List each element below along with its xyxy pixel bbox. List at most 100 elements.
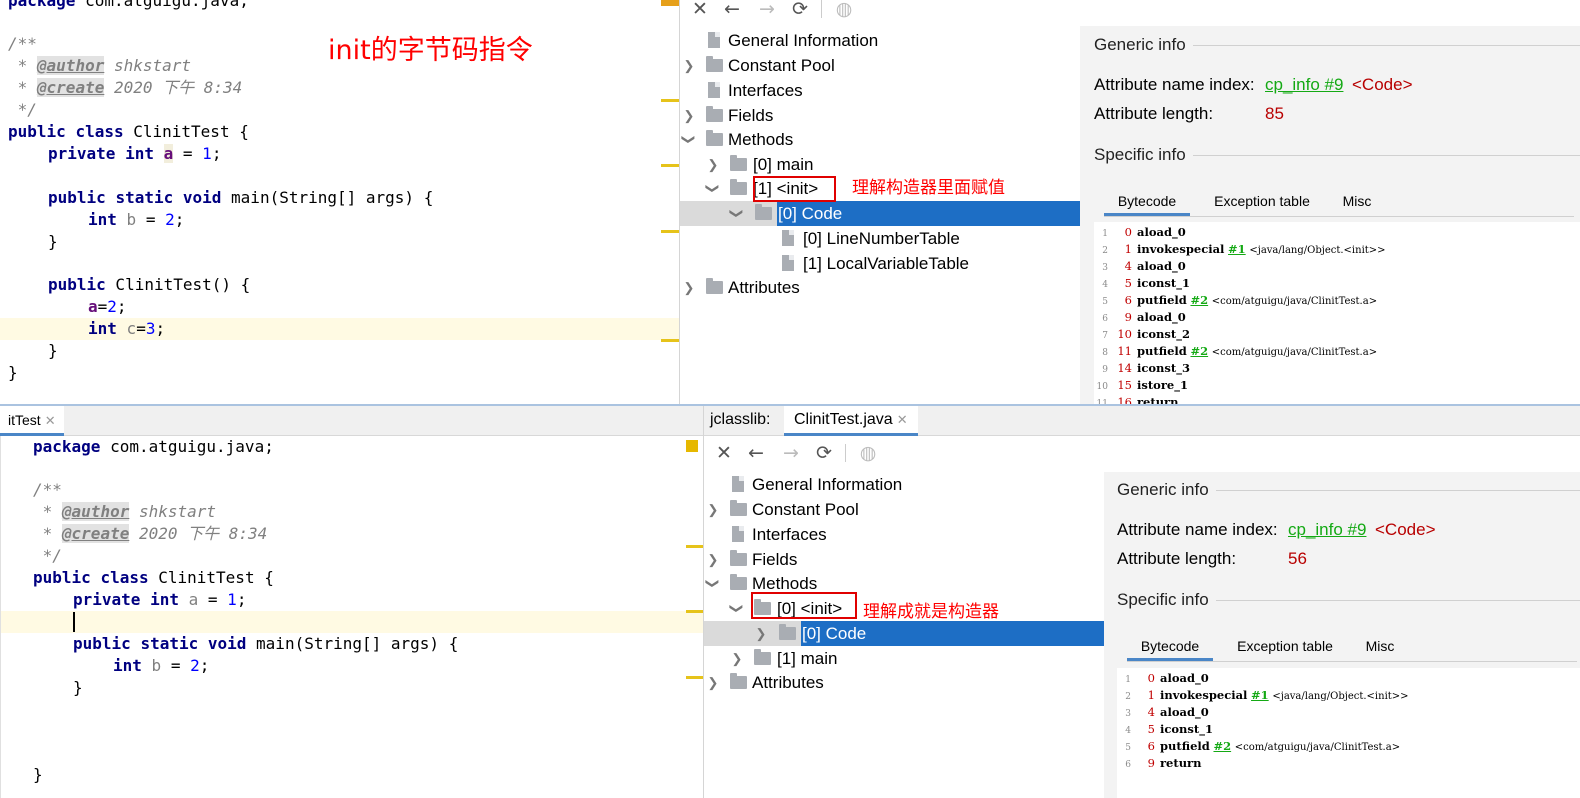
- top-code-editor[interactable]: package com.atguigu.java; /** * @author …: [0, 0, 679, 404]
- bytecode-line: 5 6 putfield #2 <com/atguigu/java/ClinitTe…: [1094, 292, 1377, 309]
- folder-icon: [730, 673, 747, 689]
- chevron-right-icon[interactable]: ❯: [682, 275, 696, 300]
- tabs-divider: [1127, 661, 1577, 662]
- chevron-right-icon[interactable]: ❯: [706, 670, 720, 695]
- cp-info-link[interactable]: cp_info #9: [1288, 520, 1366, 540]
- tree-node-fields[interactable]: ❯ Fields: [704, 547, 1104, 572]
- forward-arrow-icon[interactable]: →: [780, 442, 802, 464]
- tab-exception-table[interactable]: Exception table: [1225, 631, 1345, 661]
- toolbar: ✕ ← → ⟳ ◍: [680, 0, 1580, 24]
- folder-icon: [754, 649, 771, 665]
- bytecode-offset: 1: [1147, 688, 1155, 702]
- tree-node-general-information[interactable]: General Information: [680, 28, 1080, 53]
- cp-info-link[interactable]: cp_info #9: [1265, 75, 1343, 95]
- chevron-down-icon[interactable]: ❯: [680, 133, 702, 147]
- bytecode-view[interactable]: 1 0 aload_0 2 1 invokespecial #1 <java/lang/O…: [1094, 222, 1580, 404]
- bytecode-reference: <com/atguigu/java/ClinitTest.a>: [1234, 742, 1401, 753]
- folder-icon: [730, 500, 747, 516]
- chevron-down-icon[interactable]: ❯: [701, 182, 726, 196]
- chevron-right-icon[interactable]: ❯: [706, 152, 720, 177]
- toolbar: ✕ ← → ⟳ ◍: [704, 440, 1580, 468]
- section-divider: [1216, 600, 1580, 601]
- tree-node-interfaces[interactable]: Interfaces: [704, 522, 1104, 547]
- specific-info-title: Specific info: [1117, 590, 1209, 609]
- close-icon[interactable]: ✕: [897, 412, 908, 427]
- code-line: a=2;: [88, 297, 127, 316]
- folder-icon: [730, 155, 747, 171]
- bytecode-offset: 14: [1117, 361, 1132, 375]
- bytecode-opcode: aload_0: [1137, 225, 1186, 239]
- annotation-box: [753, 176, 836, 202]
- class-file-tab[interactable]: ClinitTest.java ✕: [784, 406, 918, 436]
- constant-pool-link[interactable]: #2: [1190, 293, 1208, 307]
- tab-bytecode[interactable]: Bytecode: [1127, 631, 1213, 661]
- tree-node-attributes[interactable]: ❯ Attributes: [704, 670, 1104, 695]
- info-tabs: Bytecode Exception table Misc: [1104, 186, 1574, 217]
- bytecode-opcode: return: [1137, 395, 1179, 404]
- back-arrow-icon[interactable]: ←: [721, 0, 743, 20]
- forward-arrow-icon[interactable]: →: [756, 0, 778, 20]
- chevron-right-icon[interactable]: ❯: [730, 646, 744, 671]
- tree-node-local-variable-table[interactable]: [1] LocalVariableTable: [680, 251, 1080, 276]
- tree-node-code[interactable]: ❯ [0] Code: [704, 621, 1104, 646]
- back-arrow-icon[interactable]: ←: [745, 442, 767, 464]
- code-line: int b = 2;: [88, 210, 185, 229]
- close-icon[interactable]: ✕: [689, 0, 711, 20]
- tree-node-methods[interactable]: ❯ Methods: [680, 127, 1080, 152]
- tree-node-constant-pool[interactable]: ❯ Constant Pool: [704, 497, 1104, 522]
- gutter-marker: [686, 545, 703, 548]
- attr-length-value: 85: [1265, 104, 1284, 123]
- web-icon[interactable]: ◍: [833, 0, 855, 20]
- constant-pool-link[interactable]: #2: [1190, 344, 1208, 358]
- constant-pool-link[interactable]: #2: [1213, 739, 1231, 753]
- chevron-right-icon[interactable]: ❯: [682, 53, 696, 78]
- tab-misc[interactable]: Misc: [1332, 186, 1382, 216]
- tree-node-constant-pool[interactable]: ❯ Constant Pool: [680, 53, 1080, 78]
- chevron-right-icon[interactable]: ❯: [754, 621, 768, 646]
- code-line: public class ClinitTest {: [33, 568, 274, 587]
- constant-pool-link[interactable]: #1: [1228, 242, 1246, 256]
- chevron-down-icon[interactable]: ❯: [725, 602, 750, 616]
- class-tree: General Information ❯ Constant Pool Inte…: [680, 26, 1080, 404]
- tree-node-method-main[interactable]: ❯ [1] main: [704, 646, 1104, 671]
- constant-pool-link[interactable]: #1: [1251, 688, 1269, 702]
- tree-node-attributes[interactable]: ❯ Attributes: [680, 275, 1080, 300]
- code-line: public ClinitTest() {: [48, 275, 251, 294]
- bytecode-opcode: invokespecial: [1160, 688, 1248, 702]
- file-tab[interactable]: itTest ✕: [0, 406, 64, 436]
- close-icon[interactable]: ✕: [45, 413, 56, 428]
- tree-node-interfaces[interactable]: Interfaces: [680, 78, 1080, 103]
- tree-node-fields[interactable]: ❯ Fields: [680, 103, 1080, 128]
- tab-misc[interactable]: Misc: [1355, 631, 1405, 661]
- chevron-right-icon[interactable]: ❯: [706, 497, 720, 522]
- bottom-code-editor[interactable]: package com.atguigu.java; /** * @author …: [0, 436, 703, 798]
- bytecode-view[interactable]: 1 0 aload_0 2 1 invokespecial #1 <java/lang/O…: [1117, 668, 1580, 798]
- code-line: }: [8, 363, 18, 382]
- tree-node-line-number-table[interactable]: [0] LineNumberTable: [680, 226, 1080, 251]
- tree-node-general-information[interactable]: General Information: [704, 472, 1104, 497]
- web-icon[interactable]: ◍: [857, 442, 879, 464]
- bytecode-opcode: iconst_3: [1137, 361, 1190, 375]
- bytecode-offset: 9: [1147, 756, 1155, 770]
- chevron-right-icon[interactable]: ❯: [682, 103, 696, 128]
- close-icon[interactable]: ✕: [713, 442, 735, 464]
- refresh-icon[interactable]: ⟳: [813, 442, 835, 464]
- chevron-down-icon[interactable]: ❯: [704, 577, 726, 591]
- code-line: }: [48, 341, 58, 360]
- gutter-marker: [686, 610, 703, 613]
- code-line: * @create 2020 下午 8:34: [33, 524, 268, 543]
- chevron-right-icon[interactable]: ❯: [706, 547, 720, 572]
- tab-bytecode[interactable]: Bytecode: [1104, 186, 1190, 216]
- code-line: */: [8, 100, 37, 119]
- tab-exception-table[interactable]: Exception table: [1202, 186, 1322, 216]
- tree-node-code[interactable]: ❯ [0] Code: [680, 201, 1080, 226]
- attr-length-value: 56: [1288, 549, 1307, 568]
- bytecode-line: 10 15 istore_1: [1094, 377, 1188, 394]
- section-divider: [1216, 490, 1580, 491]
- gutter-marker: [661, 230, 679, 233]
- chevron-down-icon[interactable]: ❯: [725, 207, 750, 221]
- folder-icon: [706, 106, 723, 122]
- refresh-icon[interactable]: ⟳: [789, 0, 811, 20]
- bottom-editor-window: itTest ✕ package com.atguigu.java; /** * …: [0, 406, 703, 798]
- warning-marker[interactable]: [686, 440, 698, 452]
